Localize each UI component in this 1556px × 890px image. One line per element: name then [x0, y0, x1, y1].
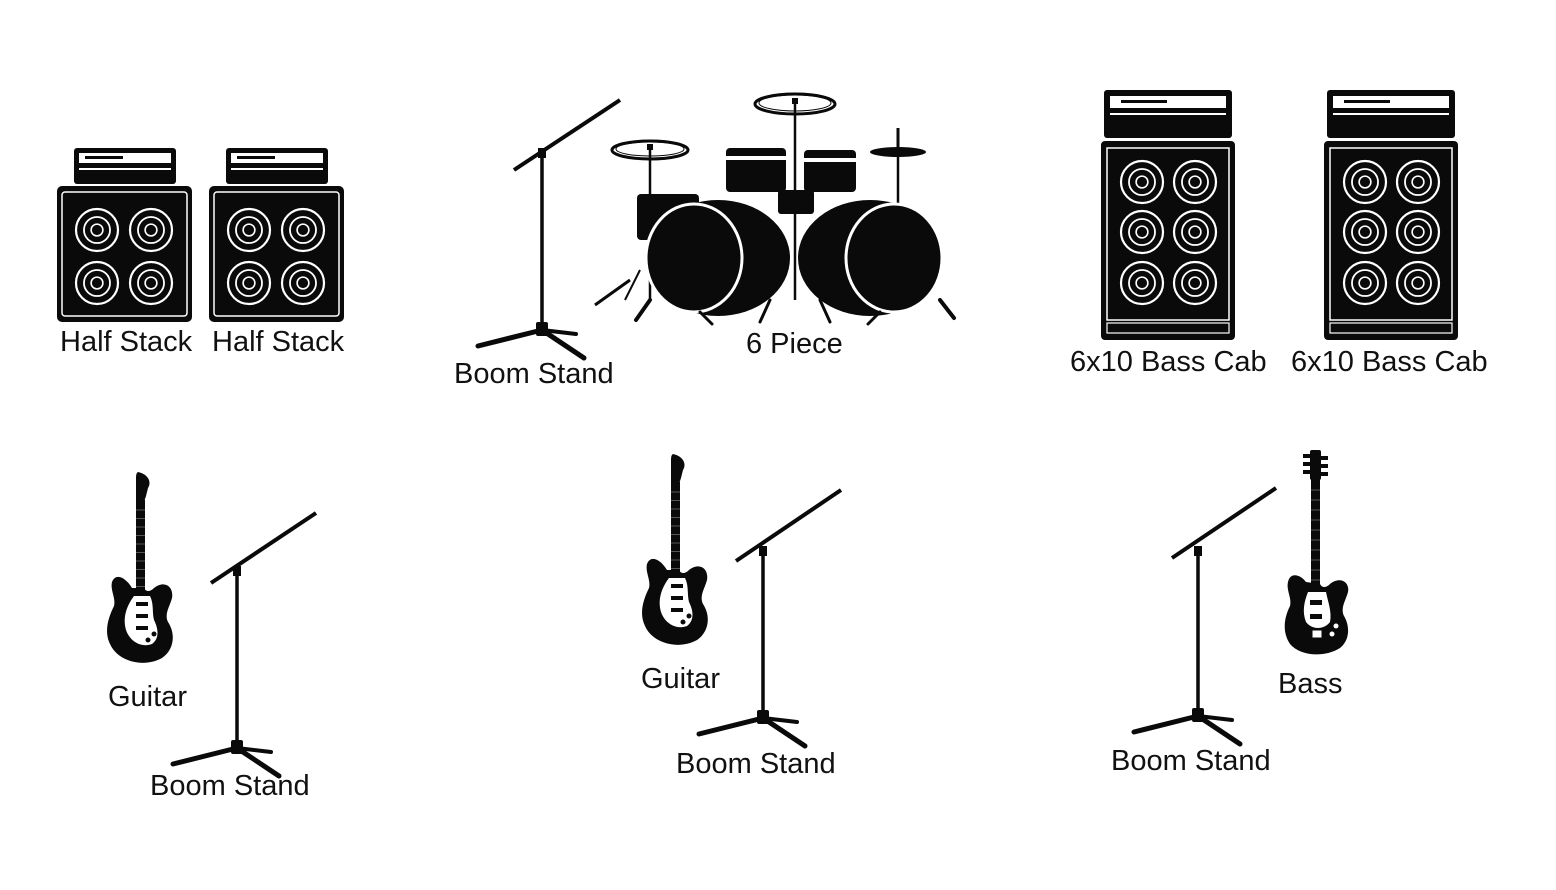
- boom-stand-icon-1: [170, 511, 318, 779]
- half-stack-icon-2: [209, 148, 344, 322]
- drum-kit-label: 6 Piece: [746, 328, 843, 360]
- bass-cab-label-1: 6x10 Bass Cab: [1070, 346, 1267, 378]
- boom-stand-icon-3: [1131, 486, 1278, 747]
- stage-plot: Half Stack Half Stack Boom Stand 6 Piece…: [0, 0, 1556, 890]
- boom-stand-label-2: Boom Stand: [676, 748, 836, 780]
- boom-stand-label-1: Boom Stand: [150, 770, 310, 802]
- guitar-icon-1: [107, 472, 173, 663]
- guitar-label-1: Guitar: [108, 681, 187, 713]
- guitar-icon-2: [642, 454, 708, 645]
- bass-label: Bass: [1278, 668, 1343, 700]
- boom-stand-label-top: Boom Stand: [454, 358, 614, 390]
- half-stack-label-2: Half Stack: [212, 326, 345, 358]
- boom-stand-label-3: Boom Stand: [1111, 745, 1271, 777]
- bass-guitar-icon: [1284, 450, 1349, 655]
- guitar-label-2: Guitar: [641, 663, 720, 695]
- bass-cab-icon-2: [1324, 90, 1458, 340]
- boom-stand-icon-2: [696, 488, 843, 749]
- drum-kit-icon: [594, 92, 956, 326]
- bass-cab-icon-1: [1101, 90, 1235, 340]
- half-stack-label-1: Half Stack: [60, 326, 193, 358]
- half-stack-icon-1: [57, 148, 192, 322]
- boom-stand-icon-top: [475, 98, 622, 361]
- bass-cab-label-2: 6x10 Bass Cab: [1291, 346, 1488, 378]
